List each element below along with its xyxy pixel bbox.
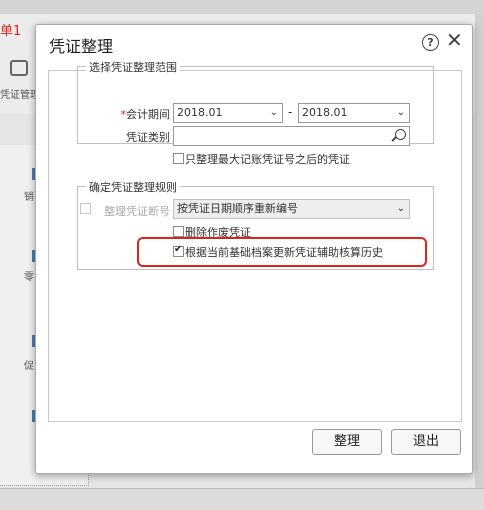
chevron-down-icon: ⌄ [269,107,278,118]
rule-group-legend: 确定凭证整理规则 [86,179,180,195]
period-label: *会计期间 [120,108,171,121]
voucher-type-label: 凭证类别 [126,131,170,144]
period-from-select[interactable]: 2018.01 ⌄ [173,103,283,123]
help-icon[interactable]: ? [422,34,439,51]
dialog-title: 凭证整理 [49,37,114,56]
chevron-down-icon: ⌄ [396,203,405,214]
app-red-link[interactable]: 单1 [0,20,21,39]
voucher-manage-icon[interactable] [10,60,28,76]
only-after-max-label: 只整理最大记账凭证号之后的凭证 [185,153,350,166]
organize-button[interactable]: 整理 [312,429,382,455]
period-separator: - [288,105,293,119]
chevron-down-icon: ⌄ [396,107,405,118]
search-icon[interactable] [395,129,406,140]
app-top-bar [0,0,484,14]
close-icon[interactable]: ✕ [446,30,463,50]
renumber-option-select[interactable]: 按凭证日期顺序重新编号 ⌄ [173,199,410,219]
side-item[interactable]: 促 [24,357,34,372]
delete-void-checkbox[interactable] [173,226,184,237]
annotation-highlight-box [137,237,427,267]
voucher-type-input[interactable] [173,126,410,146]
exit-button[interactable]: 退出 [391,429,461,455]
side-item[interactable]: 销 [24,188,34,203]
period-to-select[interactable]: 2018.01 ⌄ [298,103,410,123]
side-item[interactable]: 零 [24,268,34,283]
toolbar-caption[interactable]: 凭证管理 [0,86,40,101]
renumber-checkbox[interactable] [80,203,91,214]
renumber-label: 整理凭证断号 [104,205,170,218]
scope-group-legend: 选择凭证整理范围 [86,59,180,75]
app-right-edge [475,14,484,488]
only-after-max-checkbox[interactable] [173,153,184,164]
app-status-bar [0,488,484,510]
